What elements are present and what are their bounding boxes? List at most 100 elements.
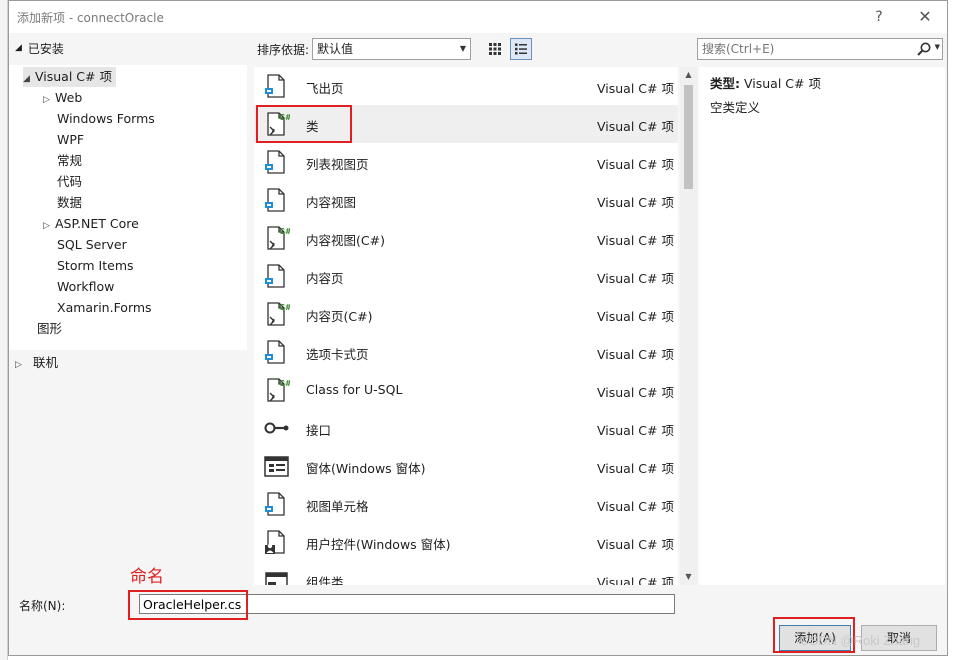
item-name: 飞出页 bbox=[306, 81, 344, 96]
item-name: 窗体(Windows 窗体) bbox=[306, 461, 426, 476]
item-type: Visual C# 项 bbox=[597, 81, 674, 96]
close-button[interactable]: ✕ bbox=[911, 5, 939, 29]
tree-item[interactable]: Windows Forms bbox=[57, 109, 155, 129]
item-list-scrollbar[interactable]: ▲ ▼ bbox=[680, 67, 697, 585]
template-item-list: 飞出页Visual C# 项C#类Visual C# 项列表视图页Visual … bbox=[254, 67, 678, 585]
interface-icon bbox=[264, 422, 289, 434]
watermark-text: CSDN @Roki Zhang bbox=[800, 633, 921, 648]
form-icon bbox=[264, 456, 289, 477]
help-button[interactable]: ? bbox=[865, 5, 893, 29]
list-item[interactable]: 接口 Visual C# 项 bbox=[254, 409, 678, 447]
online-label: 联机 bbox=[32, 355, 58, 370]
list-item[interactable]: 飞出页 Visual C# 项 bbox=[254, 67, 678, 105]
item-name: 接口 bbox=[306, 423, 332, 438]
item-name: 内容页 bbox=[306, 271, 344, 286]
tree-item[interactable]: 数据 bbox=[57, 193, 82, 213]
tree-item-label: 图形 bbox=[37, 321, 63, 336]
dialog-title: 添加新项 - connectOracle bbox=[17, 11, 164, 25]
item-type: Visual C# 项 bbox=[597, 309, 674, 324]
tree-item-label: 代码 bbox=[57, 174, 83, 189]
detail-description: 空类定义 bbox=[710, 100, 761, 115]
add-new-item-dialog: 添加新项 - connectOracle ? ✕ ◢ 已安装 ◢ Visual C… bbox=[8, 0, 948, 656]
list-item[interactable]: 用户控件(Windows 窗体) Visual C# 项 bbox=[254, 523, 678, 561]
page-icon bbox=[265, 264, 285, 288]
item-type: Visual C# 项 bbox=[597, 461, 674, 476]
grid-view-button[interactable] bbox=[484, 38, 506, 60]
chevron-down-icon: ▼ bbox=[459, 44, 466, 53]
list-item[interactable]: C# 内容页(C#) Visual C# 项 bbox=[254, 295, 678, 333]
template-category-pane: ◢ 已安装 ◢ Visual C# 项 ▷ Web Windows Forms WPF 常规… bbox=[9, 33, 247, 585]
list-item[interactable]: C# 类 Visual C# 项 bbox=[254, 105, 678, 143]
scroll-thumb[interactable] bbox=[684, 85, 693, 189]
list-item[interactable]: 视图单元格 Visual C# 项 bbox=[254, 485, 678, 523]
search-box: ▼ bbox=[697, 38, 943, 60]
sort-by-label: 排序依据: bbox=[257, 43, 310, 57]
tree-item[interactable]: 图形 bbox=[37, 319, 62, 339]
page-icon bbox=[265, 150, 285, 174]
item-type: Visual C# 项 bbox=[597, 195, 674, 210]
tree-item[interactable]: WPF bbox=[57, 130, 84, 150]
tree-item[interactable]: ▷ ASP.NET Core bbox=[43, 214, 139, 234]
item-type: Visual C# 项 bbox=[597, 119, 674, 134]
tree-item[interactable]: Workflow bbox=[57, 277, 114, 297]
page-icon bbox=[265, 340, 285, 364]
item-type: Visual C# 项 bbox=[597, 157, 674, 172]
tree-item-label: ASP.NET Core bbox=[55, 216, 139, 231]
tree-item-label: Workflow bbox=[57, 279, 115, 294]
title-bar: 添加新项 - connectOracle ? ✕ bbox=[9, 1, 947, 33]
item-name: 内容页(C#) bbox=[306, 309, 373, 324]
tree-item[interactable]: 常规 bbox=[57, 151, 82, 171]
sort-by-select[interactable]: 默认值 ▼ bbox=[312, 38, 471, 60]
tree-item-label: WPF bbox=[57, 132, 85, 147]
search-options-chevron-icon[interactable]: ▼ bbox=[935, 43, 940, 51]
list-view-button[interactable] bbox=[510, 38, 532, 60]
tree-item-online[interactable]: ▷ 联机 bbox=[15, 353, 58, 373]
tree-item[interactable]: Xamarin.Forms bbox=[57, 298, 152, 318]
list-item[interactable]: 内容页 Visual C# 项 bbox=[254, 257, 678, 295]
page-icon bbox=[265, 492, 285, 516]
tree-item[interactable]: Storm Items bbox=[57, 256, 134, 276]
list-item[interactable]: 选项卡式页 Visual C# 项 bbox=[254, 333, 678, 371]
expanded-triangle-icon: ◢ bbox=[23, 74, 30, 84]
tree-item-label: SQL Server bbox=[57, 237, 127, 252]
item-name: 内容视图 bbox=[306, 195, 357, 210]
tree-item[interactable]: ◢ Visual C# 项 bbox=[23, 67, 116, 87]
scroll-up-arrow-icon[interactable]: ▲ bbox=[680, 67, 697, 83]
list-item[interactable]: 列表视图页 Visual C# 项 bbox=[254, 143, 678, 181]
detail-type-value: Visual C# 项 bbox=[743, 76, 821, 91]
tree-item-label: Storm Items bbox=[57, 258, 134, 273]
item-type: Visual C# 项 bbox=[597, 537, 674, 552]
item-type: Visual C# 项 bbox=[597, 499, 674, 514]
tree-item[interactable]: SQL Server bbox=[57, 235, 127, 255]
installed-label: 已安装 bbox=[27, 41, 64, 56]
svg-text:C#: C# bbox=[279, 303, 290, 312]
name-label: 名称(N): bbox=[19, 599, 66, 613]
item-name: 用户控件(Windows 窗体) bbox=[306, 537, 451, 552]
page-icon bbox=[265, 74, 285, 98]
list-item[interactable]: C# Class for U-SQL Visual C# 项 bbox=[254, 371, 678, 409]
svg-text:C#: C# bbox=[279, 227, 290, 236]
collapsed-triangle-icon: ▷ bbox=[15, 360, 22, 370]
tree-item-label: Web bbox=[55, 90, 83, 105]
search-icon[interactable] bbox=[916, 41, 932, 57]
list-item[interactable]: C# 内容视图(C#) Visual C# 项 bbox=[254, 219, 678, 257]
list-item[interactable]: 窗体(Windows 窗体) Visual C# 项 bbox=[254, 447, 678, 485]
search-input[interactable] bbox=[698, 39, 908, 59]
collapsed-triangle-icon: ▷ bbox=[43, 221, 50, 231]
list-item[interactable]: 内容视图 Visual C# 项 bbox=[254, 181, 678, 219]
item-type: Visual C# 项 bbox=[597, 423, 674, 438]
tree-item[interactable]: ▷ Web bbox=[43, 88, 82, 108]
csharp-class-icon: C# bbox=[267, 112, 290, 136]
detail-type-line: 类型: Visual C# 项 bbox=[710, 73, 821, 92]
category-tree: ◢ Visual C# 项 ▷ Web Windows Forms WPF 常规 代码 数据 ▷ A… bbox=[9, 65, 247, 350]
name-input[interactable] bbox=[139, 594, 675, 614]
csharp-class-icon: C# bbox=[267, 378, 290, 402]
scroll-down-arrow-icon[interactable]: ▼ bbox=[680, 569, 697, 585]
installed-section-header[interactable]: ◢ 已安装 bbox=[15, 39, 64, 57]
list-item[interactable]: 组件类 Visual C# 项 bbox=[254, 561, 678, 585]
item-name: Class for U-SQL bbox=[306, 382, 403, 397]
csharp-class-icon: C# bbox=[267, 302, 290, 326]
item-type: Visual C# 项 bbox=[597, 385, 674, 400]
tree-item[interactable]: 代码 bbox=[57, 172, 82, 192]
detail-type-label: 类型: bbox=[710, 76, 740, 91]
